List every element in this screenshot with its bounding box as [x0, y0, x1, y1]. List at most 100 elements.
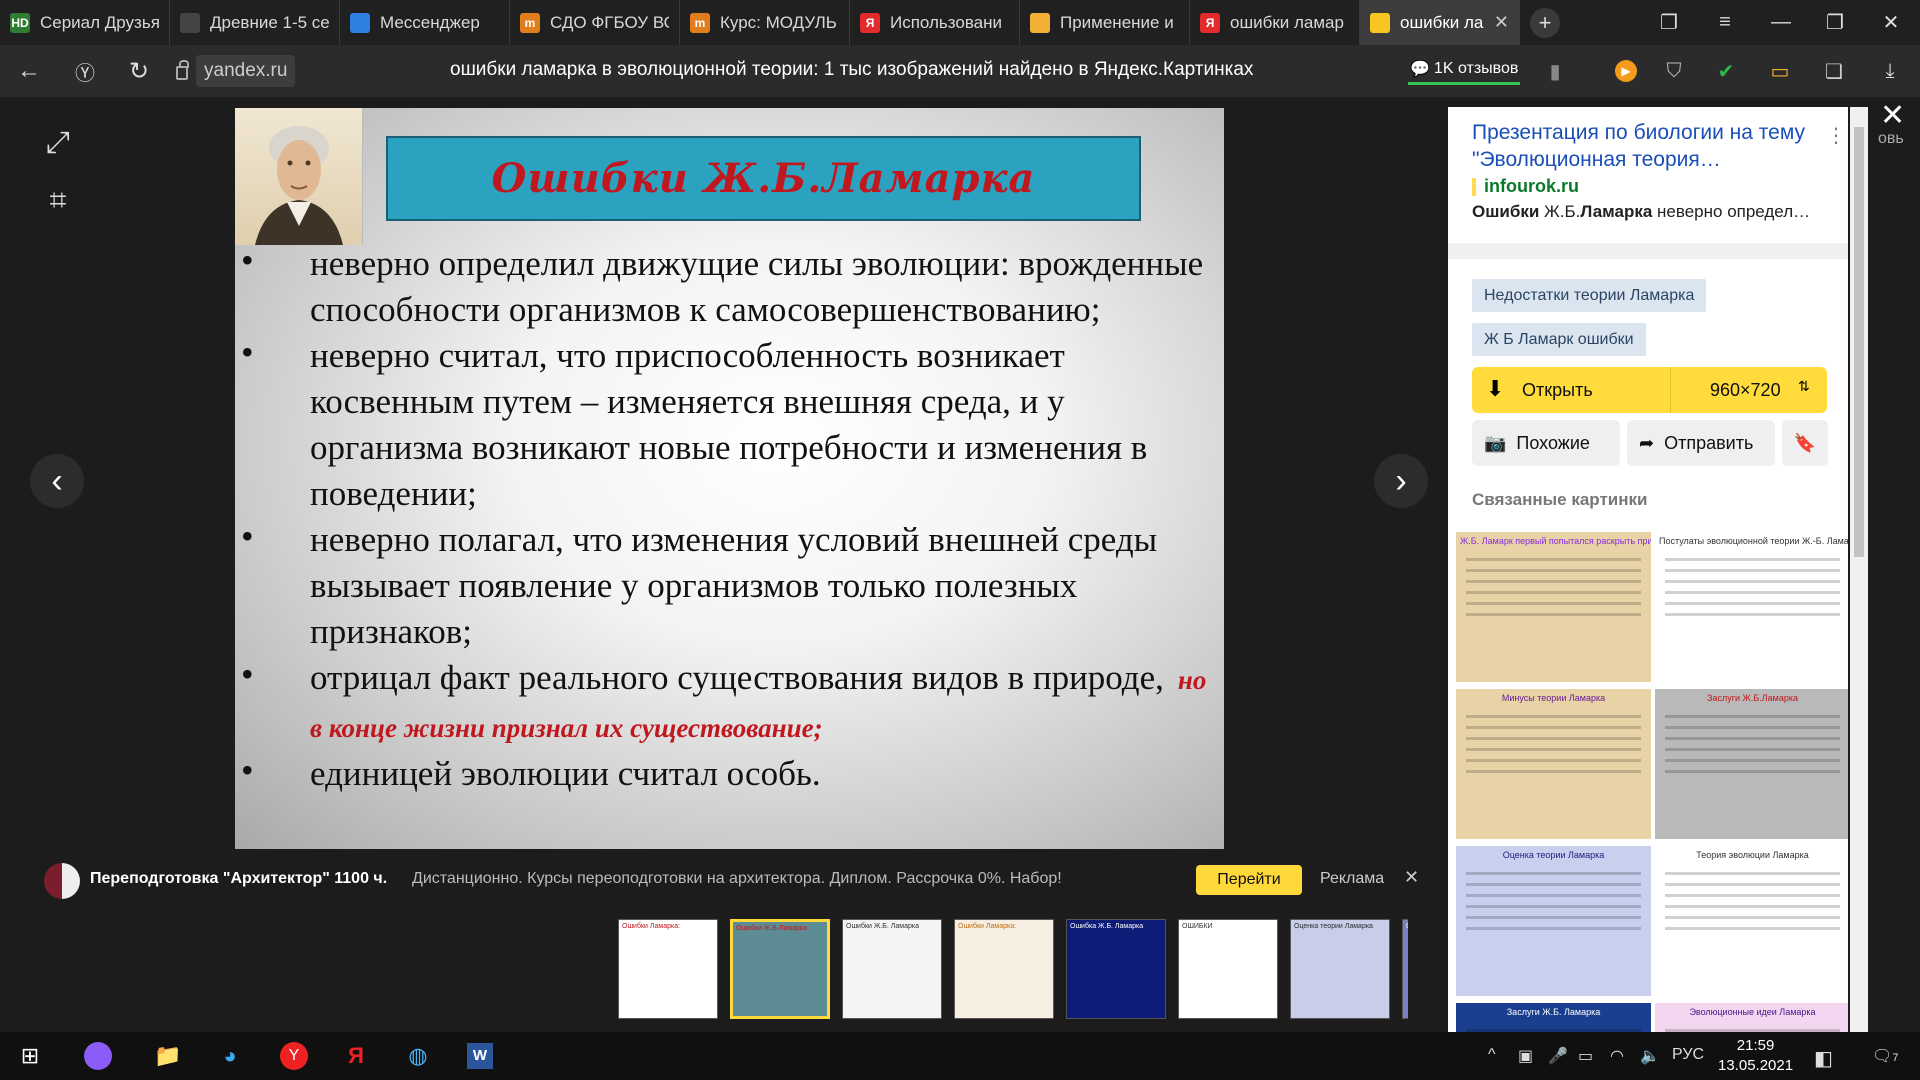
close-viewer-icon[interactable]: ✕ [1880, 98, 1905, 133]
text-line [1466, 737, 1641, 740]
related-image[interactable]: Теория эволюции Ламарка [1655, 846, 1848, 996]
tab-5[interactable]: Я Использовани [850, 0, 1020, 45]
thumbnail-strip: Ошибки Ламарка: Ошибки Ж.Б.Ламарка Ошибки … [618, 919, 1408, 1021]
tag-chip[interactable]: Недостатки теории Ламарка [1472, 279, 1707, 312]
edge-icon[interactable]: ◕ [214, 1040, 246, 1072]
wifi-icon[interactable]: ◠ [1610, 1046, 1624, 1066]
notifications-icon[interactable]: 🗨7 [1872, 1046, 1898, 1066]
thumbnail[interactable]: Ош [1402, 919, 1408, 1019]
related-image-label: Постулаты эволюционной теории Ж.-Б. Лама… [1659, 536, 1848, 546]
clock[interactable]: 21:59 13.05.2021 [1718, 1036, 1793, 1076]
tray-device-icon[interactable]: ▣ [1518, 1046, 1533, 1066]
more-options-icon[interactable]: ⋮ [1826, 123, 1846, 148]
new-tab-button[interactable]: + [1530, 7, 1560, 38]
tab-actions-icon[interactable]: ❐ [1646, 0, 1692, 45]
thumbnail[interactable]: Ошибки Ж.Б. Ламарка [842, 919, 942, 1019]
window-close-button[interactable]: ✕ [1868, 0, 1914, 45]
tab-2[interactable]: Мессенджер [340, 0, 510, 45]
thumbnail[interactable]: Ошибки Ламарка: [618, 919, 718, 1019]
source-link[interactable]: infourok.ru [1472, 176, 1579, 197]
ad-close-icon[interactable]: ✕ [1404, 867, 1419, 888]
microphone-icon[interactable]: 🎤 [1548, 1046, 1568, 1066]
similar-button[interactable]: 📷 Похожие [1472, 420, 1620, 466]
tab-4[interactable]: m Курс: МОДУЛЬ [680, 0, 850, 45]
text-line [1466, 726, 1641, 729]
back-button[interactable]: ← [6, 48, 52, 94]
tab-0[interactable]: HD Сериал Друзья [0, 0, 170, 45]
text-line [1665, 748, 1840, 751]
tab-3[interactable]: m СДО ФГБОУ ВО [510, 0, 680, 45]
ad-title[interactable]: Переподготовка "Архитектор" 1100 ч. [90, 870, 387, 888]
minimize-button[interactable]: — [1758, 0, 1804, 45]
tray-expand-icon[interactable]: ^ [1488, 1046, 1496, 1064]
url-domain[interactable]: yandex.ru [196, 55, 296, 87]
thumbnail[interactable]: ОШИБКИ [1178, 919, 1278, 1019]
related-image[interactable]: Оценка теории Ламарка [1456, 846, 1651, 996]
yandex-home-icon[interactable]: Ⓨ [62, 48, 108, 94]
related-image[interactable]: Заслуги Ж.Б. Ламарка [1456, 1003, 1651, 1032]
prev-image-button[interactable]: ‹ [30, 454, 84, 508]
result-title-link[interactable]: Презентация по биологии на тему "Эволюци… [1472, 119, 1812, 173]
related-image[interactable]: Эволюционные идеи Ламарка [1655, 1003, 1848, 1032]
related-image-label: Ж.Б. Ламарк первый попытался раскрыть пр… [1460, 536, 1651, 546]
maximize-button[interactable]: ❐ [1812, 0, 1858, 45]
open-button[interactable]: ⬇ Открыть 960×720 ⇅ [1472, 367, 1827, 413]
clock-date: 13.05.2021 [1718, 1057, 1794, 1074]
alice-icon[interactable] [82, 1040, 114, 1072]
scroll-thumb[interactable] [1854, 127, 1864, 557]
protect-icon[interactable]: ✔ [1712, 57, 1740, 85]
tab-favicon-icon: Я [860, 12, 880, 33]
bookmark-icon[interactable]: ▮ [1541, 57, 1569, 85]
collections-icon[interactable]: ❏ [1820, 57, 1848, 85]
download-icon[interactable]: ⤓ [1876, 57, 1904, 85]
thumbnail[interactable]: Оценка теории Ламарка [1290, 919, 1390, 1019]
panel-scrollbar[interactable] [1850, 107, 1868, 1032]
cloud-icon[interactable]: ◍ [402, 1040, 434, 1072]
thumbnail[interactable]: Ошибка Ж.Б. Ламарка [1066, 919, 1166, 1019]
file-explorer-icon[interactable]: 📁 [152, 1040, 184, 1072]
battery-icon[interactable]: ▭ [1578, 1046, 1593, 1066]
tab-close-icon[interactable]: ✕ [1494, 12, 1509, 33]
share-button[interactable]: ➦ Отправить [1627, 420, 1775, 466]
clock-time: 21:59 [1736, 1037, 1775, 1054]
fullscreen-icon[interactable]: ⤢ [38, 123, 78, 163]
play-extension-icon[interactable]: ▶ [1612, 57, 1640, 85]
tab-7[interactable]: Яошибки ламар [1190, 0, 1360, 45]
related-image[interactable]: Постулаты эволюционной теории Ж.-Б. Лама… [1655, 532, 1848, 682]
text-line [1665, 602, 1840, 605]
ad-label[interactable]: Реклама [1320, 870, 1384, 888]
widget-icon[interactable]: ◧ [1814, 1046, 1833, 1071]
tab-6[interactable]: Применение и [1020, 0, 1190, 45]
source-domain[interactable]: infourok.ru [1484, 176, 1579, 197]
tab-8[interactable]: ошибки лам ✕ [1360, 0, 1520, 45]
related-image[interactable]: Минусы теории Ламарка [1456, 689, 1651, 839]
ad-banner[interactable]: Переподготовка "Архитектор" 1100 ч. Дист… [0, 855, 1450, 905]
battery-icon[interactable]: ▭ [1766, 57, 1794, 85]
language-indicator[interactable]: РУС [1672, 1046, 1704, 1064]
save-bookmark-button[interactable]: 🔖 [1782, 420, 1828, 466]
windows-start-icon[interactable]: ⊞ [14, 1040, 46, 1072]
reviews-button[interactable]: 💬 1K отзывов [1408, 55, 1521, 85]
tag-chip[interactable]: Ж Б Ламарк ошибки [1472, 323, 1646, 356]
url-field[interactable]: yandex.ru [176, 53, 296, 89]
related-image[interactable]: Ж.Б. Ламарк первый попытался раскрыть пр… [1456, 532, 1651, 682]
shield-icon[interactable]: ⛉ [1660, 57, 1688, 85]
yandex-icon[interactable]: Я [340, 1040, 372, 1072]
bullet-item: отрицал факт реального существования вид… [235, 651, 1224, 751]
thumbnail[interactable]: Ошибки Ж.Б.Ламарка [730, 919, 830, 1019]
yandex-browser-icon[interactable]: Y [278, 1040, 310, 1072]
ad-go-button[interactable]: Перейти [1196, 865, 1302, 895]
related-image[interactable]: Заслуги Ж.Б.Ламарка [1655, 689, 1848, 839]
next-image-button[interactable]: › [1374, 454, 1428, 508]
volume-icon[interactable]: 🔈 [1640, 1046, 1660, 1066]
thumbnail[interactable]: Ошибки Ламарка: [954, 919, 1054, 1019]
crop-icon[interactable]: ⌗ [38, 181, 78, 221]
text-line [1665, 591, 1840, 594]
size-select[interactable]: 960×720 [1710, 380, 1781, 401]
tab-label: Курс: МОДУЛЬ [720, 12, 837, 32]
ad-description[interactable]: Дистанционно. Курсы переоподготовки на а… [412, 870, 1062, 888]
reload-button[interactable]: ↻ [116, 48, 162, 94]
menu-icon[interactable]: ≡ [1702, 0, 1748, 45]
tab-1[interactable]: Древние 1-5 се [170, 0, 340, 45]
word-icon[interactable]: W [464, 1040, 496, 1072]
